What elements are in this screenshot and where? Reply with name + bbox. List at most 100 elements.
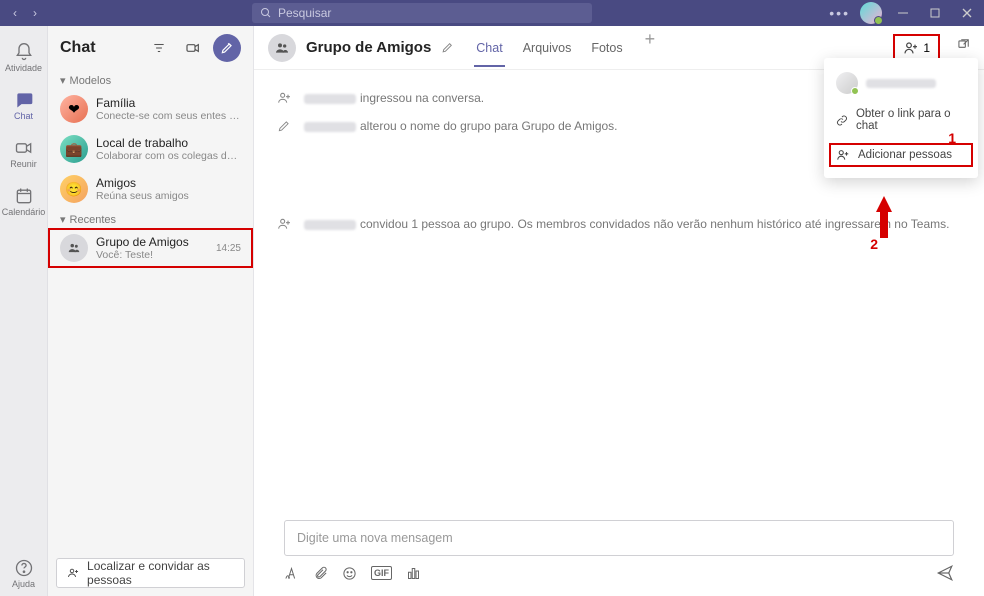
people-add-icon [903, 40, 919, 56]
annotation-label-2: 2 [870, 236, 878, 252]
format-icon [284, 566, 299, 581]
member-row[interactable] [824, 66, 978, 100]
popout-icon [956, 38, 970, 52]
sidebar-title: Chat [60, 39, 139, 57]
tab-files[interactable]: Arquivos [521, 29, 574, 67]
section-models[interactable]: ▾ Modelos [48, 70, 253, 89]
nav-forward-button[interactable]: › [26, 4, 44, 22]
composer-placeholder: Digite uma nova mensagem [297, 531, 453, 545]
tab-chat[interactable]: Chat [474, 29, 504, 67]
invite-people-button[interactable]: Localizar e convidar as pessoas [56, 558, 245, 588]
window-minimize-button[interactable] [892, 2, 914, 24]
rail-calendar[interactable]: Calendário [0, 178, 48, 224]
attach-button[interactable] [313, 566, 328, 581]
rail-chat[interactable]: Chat [0, 82, 48, 128]
model-item-family[interactable]: ❤ Família Conecte-se com seus entes quer… [48, 89, 253, 129]
chat-title: Grupo de Amigos [306, 39, 431, 56]
annotation-arrow-2 [876, 196, 892, 212]
section-label: Recentes [70, 214, 116, 226]
rail-label: Reunir [10, 159, 37, 169]
rail-label: Calendário [2, 207, 46, 217]
message-input[interactable]: Digite uma nova mensagem [284, 520, 954, 556]
chat-icon [14, 90, 34, 110]
format-button[interactable] [284, 566, 299, 581]
annotation-arrow-2-stem [880, 212, 888, 238]
popout-button[interactable] [956, 38, 970, 57]
people-panel: Obter o link para o chat Adicionar pesso… [824, 58, 978, 178]
member-name [866, 79, 936, 88]
model-item-friends[interactable]: 😊 Amigos Reúna seus amigos [48, 169, 253, 209]
rail-meet[interactable]: Reunir [0, 130, 48, 176]
avatar: ❤ [60, 95, 88, 123]
nav-back-button[interactable]: ‹ [6, 4, 24, 22]
item-name: Local de trabalho [96, 136, 241, 150]
people-add-icon [836, 148, 850, 162]
rail-label: Chat [14, 111, 33, 121]
people-count: 1 [923, 41, 930, 55]
rail-label: Ajuda [12, 579, 35, 589]
sticker-button[interactable] [406, 566, 421, 581]
send-button[interactable] [936, 564, 954, 582]
chevron-down-icon: ▾ [60, 213, 66, 226]
rail-activity[interactable]: Atividade [0, 34, 48, 80]
section-recent[interactable]: ▾ Recentes [48, 209, 253, 228]
chat-avatar [268, 34, 296, 62]
compose-button[interactable] [213, 34, 241, 62]
search-input[interactable]: Pesquisar [252, 3, 592, 23]
action-label: Obter o link para o chat [856, 108, 966, 132]
item-sub: Conecte-se com seus entes queridos [96, 110, 241, 122]
item-name: Família [96, 96, 241, 110]
more-options-button[interactable]: ••• [829, 5, 850, 21]
tab-photos[interactable]: Fotos [589, 29, 624, 67]
avatar: 😊 [60, 175, 88, 203]
person-join-icon [274, 88, 294, 108]
bell-icon [14, 42, 34, 62]
filter-icon [152, 41, 166, 55]
people-icon [274, 40, 290, 56]
emoji-button[interactable] [342, 566, 357, 581]
window-close-button[interactable] [956, 2, 978, 24]
action-label: Adicionar pessoas [858, 149, 952, 161]
search-icon [260, 7, 272, 19]
item-time: 14:25 [216, 243, 241, 254]
video-icon [185, 40, 201, 56]
model-item-work[interactable]: 💼 Local de trabalho Colaborar com os col… [48, 129, 253, 169]
chevron-down-icon: ▾ [60, 74, 66, 87]
user-avatar[interactable] [860, 2, 882, 24]
sticker-icon [406, 566, 421, 581]
emoji-icon [342, 566, 357, 581]
item-name: Amigos [96, 176, 241, 190]
search-placeholder: Pesquisar [278, 6, 331, 20]
rail-help[interactable]: Ajuda [0, 550, 48, 596]
member-avatar [836, 72, 858, 94]
recent-item-grupo[interactable]: Grupo de Amigos Você: Teste! 14:25 [48, 228, 253, 268]
annotation-label-1: 1 [948, 130, 956, 146]
item-sub: Você: Teste! [96, 249, 208, 261]
meet-now-button[interactable] [179, 34, 207, 62]
send-icon [936, 564, 954, 582]
help-icon [14, 558, 34, 578]
item-name: Grupo de Amigos [96, 235, 208, 249]
link-icon [836, 114, 848, 127]
system-message: convidou 1 pessoa ao grupo. Os membros c… [304, 217, 949, 231]
calendar-icon [14, 186, 34, 206]
item-sub: Colaborar com os colegas de trabal... [96, 150, 241, 162]
compose-icon [220, 41, 234, 55]
avatar: 💼 [60, 135, 88, 163]
add-tab-button[interactable]: + [641, 29, 660, 67]
system-message: alterou o nome do grupo para Grupo de Am… [304, 119, 618, 133]
people-add-icon [67, 566, 79, 580]
rail-label: Atividade [5, 63, 42, 73]
window-maximize-button[interactable] [924, 2, 946, 24]
video-icon [14, 138, 34, 158]
item-sub: Reúna seus amigos [96, 190, 241, 202]
filter-button[interactable] [145, 34, 173, 62]
gif-button[interactable]: GIF [371, 566, 392, 580]
person-invite-icon [274, 214, 294, 234]
edit-icon[interactable] [441, 41, 454, 54]
group-avatar [60, 234, 88, 262]
section-label: Modelos [70, 75, 112, 87]
paperclip-icon [313, 566, 328, 581]
invite-label: Localizar e convidar as pessoas [87, 559, 234, 587]
edit-icon [274, 116, 294, 136]
